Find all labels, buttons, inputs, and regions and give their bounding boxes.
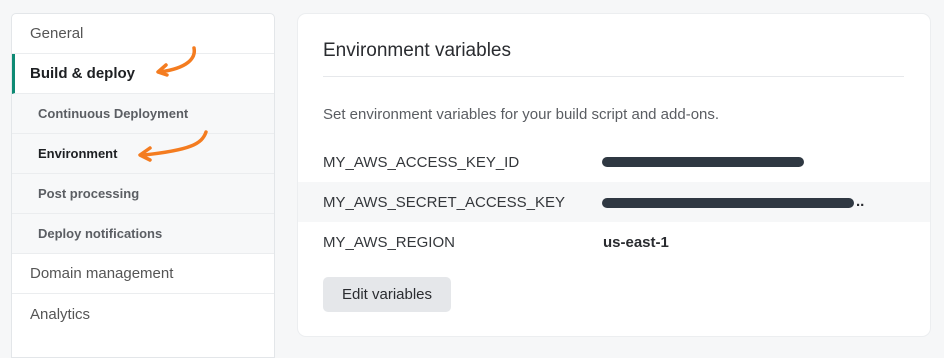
sidebar-subitem-post-processing[interactable]: Post processing (12, 174, 274, 214)
divider (323, 76, 904, 77)
sidebar-subitem-environment[interactable]: Environment (12, 134, 274, 174)
sidebar-item-label: Deploy notifications (38, 226, 163, 241)
sidebar-item-label: General (30, 25, 84, 42)
sidebar-subitem-deploy-notifications[interactable]: Deploy notifications (12, 214, 274, 254)
edit-variables-button[interactable]: Edit variables (323, 277, 451, 312)
settings-sidebar: General Build & deploy Continuous Deploy… (11, 13, 275, 358)
env-variable-key: MY_AWS_SECRET_ACCESS_KEY (323, 193, 566, 211)
sidebar-item-build-deploy[interactable]: Build & deploy (12, 54, 274, 94)
sidebar-item-label: Build & deploy (30, 65, 135, 82)
sidebar-item-label: Analytics (30, 305, 91, 323)
env-variable-row: MY_AWS_REGION us-east-1 (298, 222, 930, 262)
sidebar-item-label: Environment (38, 146, 118, 161)
env-variable-key: MY_AWS_REGION (323, 233, 455, 251)
sidebar-item-label: Post processing (38, 186, 140, 201)
sidebar-item-analytics[interactable]: Analytics (12, 294, 274, 334)
sidebar-item-label: Domain management (30, 265, 174, 282)
env-variable-key: MY_AWS_ACCESS_KEY_ID (323, 153, 520, 171)
redacted-value (602, 157, 804, 167)
sidebar-item-domain-management[interactable]: Domain management (12, 254, 274, 294)
truncation-ellipsis: .. (856, 193, 865, 210)
section-description: Set environment variables for your build… (323, 106, 720, 123)
env-variable-value: us-east-1 (603, 233, 669, 251)
env-variable-row: MY_AWS_SECRET_ACCESS_KEY .. (298, 182, 930, 222)
sidebar-subitem-continuous-deployment[interactable]: Continuous Deployment (12, 94, 274, 134)
sidebar-item-general[interactable]: General (12, 14, 274, 54)
environment-variables-card: Environment variables Set environment va… (298, 14, 930, 336)
sidebar-item-label: Continuous Deployment (38, 106, 189, 121)
env-variable-row: MY_AWS_ACCESS_KEY_ID (298, 142, 930, 182)
redacted-value (602, 198, 854, 208)
section-title: Environment variables (323, 40, 511, 61)
